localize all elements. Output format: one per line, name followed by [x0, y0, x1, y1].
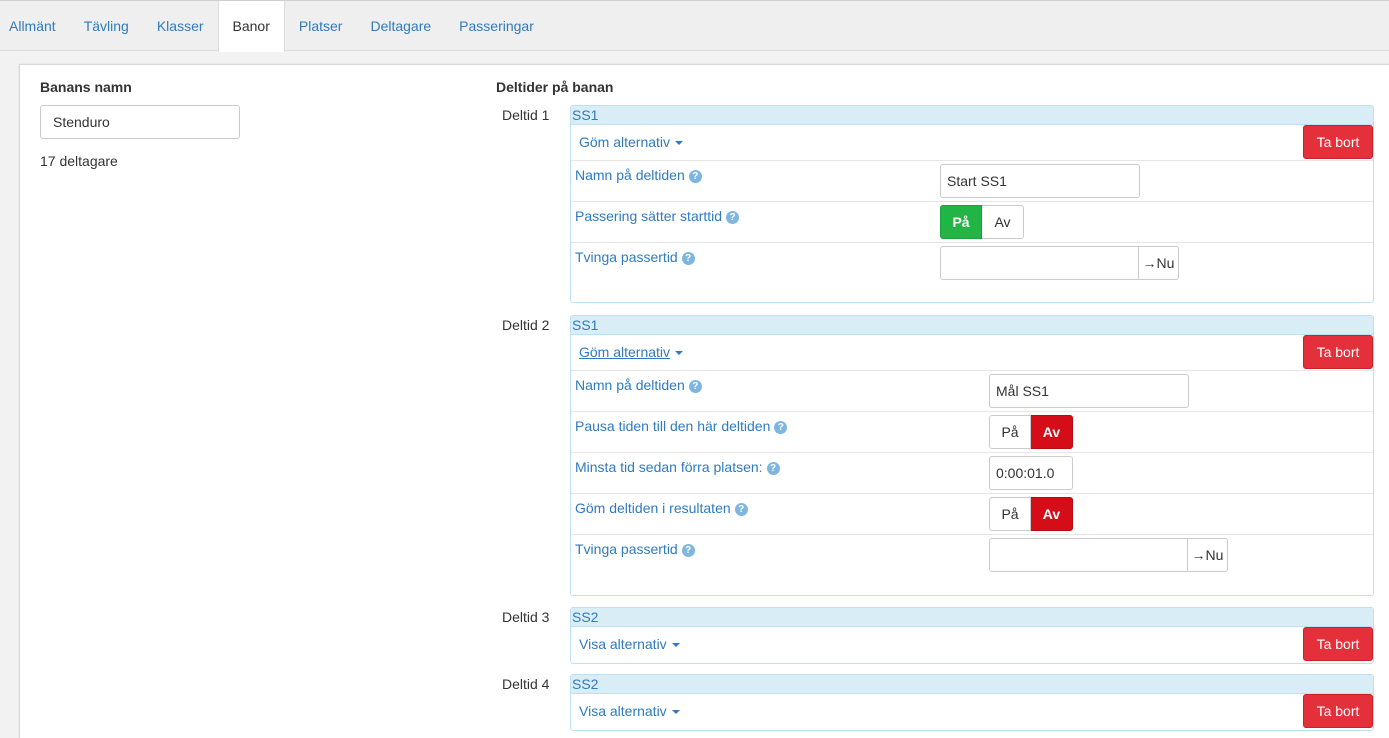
- force-time-group: →Nu: [940, 246, 1179, 280]
- remove-button[interactable]: Ta bort: [1303, 125, 1373, 159]
- participant-count: 17 deltagare: [40, 153, 118, 169]
- course-panel: Banans namn 17 deltagare Deltider på ban…: [19, 64, 1389, 738]
- deltid-box: SS1 Göm alternativ Ta bort Namn på delti…: [570, 105, 1374, 303]
- options-row: Visa alternativ Ta bort: [571, 627, 1373, 663]
- toggle-off-button[interactable]: Av: [1031, 415, 1073, 449]
- toggle-off-button[interactable]: Av: [982, 205, 1024, 239]
- toggle-on-button[interactable]: På: [989, 415, 1031, 449]
- tab-platser[interactable]: Platser: [285, 1, 357, 51]
- force-time-label: Tvinga passertid?: [575, 249, 695, 265]
- splits-heading: Deltider på banan: [496, 79, 614, 95]
- split-name-input[interactable]: [940, 164, 1140, 198]
- force-time-label: Tvinga passertid?: [575, 541, 695, 557]
- deltid-label: Deltid 4: [502, 676, 550, 692]
- hide-in-results-toggle: På Av: [989, 497, 1073, 531]
- min-time-input[interactable]: [989, 456, 1073, 490]
- force-time-input[interactable]: [940, 246, 1139, 280]
- help-icon[interactable]: ?: [688, 380, 702, 393]
- deltid-label: Deltid 3: [502, 609, 550, 625]
- tab-allmant[interactable]: Allmänt: [0, 1, 70, 51]
- hide-in-results-row: Göm deltiden i resultaten? På Av: [571, 494, 1373, 535]
- remove-button[interactable]: Ta bort: [1303, 694, 1373, 728]
- deltid-box: SS2 Visa alternativ Ta bort: [570, 607, 1374, 664]
- split-name-label: Namn på deltiden?: [575, 167, 702, 183]
- top-nav: Allmänt Tävling Klasser Banor Platser De…: [0, 0, 1389, 52]
- help-icon[interactable]: ?: [734, 503, 748, 516]
- deltid-header: SS1: [571, 316, 1373, 335]
- force-time-group: →Nu: [989, 538, 1228, 572]
- tab-tavling[interactable]: Tävling: [70, 1, 143, 51]
- caret-down-icon: [671, 710, 680, 715]
- toggle-on-button[interactable]: På: [989, 497, 1031, 531]
- course-name-input[interactable]: [40, 105, 240, 139]
- force-time-input[interactable]: [989, 538, 1188, 572]
- now-button[interactable]: →Nu: [1139, 246, 1179, 280]
- min-time-row: Minsta tid sedan förra platsen:?: [571, 453, 1373, 494]
- pause-row: Pausa tiden till den här deltiden? På Av: [571, 412, 1373, 453]
- toggle-on-button[interactable]: På: [940, 205, 982, 239]
- now-button[interactable]: →Nu: [1188, 538, 1228, 572]
- hide-options-toggle[interactable]: Göm alternativ: [579, 344, 684, 360]
- split-name-row: Namn på deltiden?: [571, 371, 1373, 412]
- split-name-row: Namn på deltiden?: [571, 161, 1373, 202]
- split-name-input[interactable]: [989, 374, 1189, 408]
- start-time-row: Passering sätter starttid? På Av: [571, 202, 1373, 243]
- help-icon[interactable]: ?: [681, 252, 695, 265]
- deltid-header: SS2: [571, 675, 1373, 694]
- options-row: Göm alternativ Ta bort: [571, 125, 1373, 161]
- hide-in-results-label: Göm deltiden i resultaten?: [575, 500, 748, 516]
- caret-down-icon: [675, 141, 684, 146]
- help-icon[interactable]: ?: [681, 544, 695, 557]
- help-icon[interactable]: ?: [766, 462, 780, 475]
- show-options-toggle[interactable]: Visa alternativ: [579, 703, 680, 719]
- pause-toggle: På Av: [989, 415, 1073, 449]
- help-icon[interactable]: ?: [688, 170, 702, 183]
- deltid-box: SS1 Göm alternativ Ta bort Namn på delti…: [570, 315, 1374, 596]
- help-icon[interactable]: ?: [774, 421, 788, 434]
- tab-klasser[interactable]: Klasser: [143, 1, 218, 51]
- toggle-off-button[interactable]: Av: [1031, 497, 1073, 531]
- force-time-row: Tvinga passertid? →Nu: [571, 243, 1373, 303]
- deltid-label: Deltid 1: [502, 107, 550, 123]
- caret-down-icon: [671, 643, 680, 648]
- start-time-label: Passering sätter starttid?: [575, 208, 740, 224]
- course-info: Banans namn 17 deltagare: [40, 79, 260, 169]
- tab-banor[interactable]: Banor: [217, 1, 285, 52]
- split-name-label: Namn på deltiden?: [575, 377, 702, 393]
- tab-bar: Allmänt Tävling Klasser Banor Platser De…: [0, 1, 1389, 52]
- min-time-label: Minsta tid sedan förra platsen:?: [575, 459, 780, 475]
- tab-deltagare[interactable]: Deltagare: [356, 1, 445, 51]
- splits-section: Deltider på banan Deltid 1 SS1 Göm alter…: [496, 79, 1376, 731]
- hide-options-toggle[interactable]: Göm alternativ: [579, 134, 684, 150]
- force-time-row: Tvinga passertid? →Nu: [571, 535, 1373, 595]
- deltid-label: Deltid 2: [502, 317, 550, 333]
- caret-down-icon: [675, 351, 684, 356]
- remove-button[interactable]: Ta bort: [1303, 335, 1373, 369]
- remove-button[interactable]: Ta bort: [1303, 627, 1373, 661]
- pause-label: Pausa tiden till den här deltiden?: [575, 418, 788, 434]
- deltid-box: SS2 Visa alternativ Ta bort: [570, 674, 1374, 731]
- tab-passeringar[interactable]: Passeringar: [445, 1, 548, 51]
- deltid-header: SS2: [571, 608, 1373, 627]
- show-options-toggle[interactable]: Visa alternativ: [579, 636, 680, 652]
- help-icon[interactable]: ?: [726, 211, 740, 224]
- course-name-label: Banans namn: [40, 79, 132, 95]
- options-row: Göm alternativ Ta bort: [571, 335, 1373, 371]
- deltid-header: SS1: [571, 106, 1373, 125]
- start-time-toggle: På Av: [940, 205, 1024, 239]
- options-row: Visa alternativ Ta bort: [571, 694, 1373, 730]
